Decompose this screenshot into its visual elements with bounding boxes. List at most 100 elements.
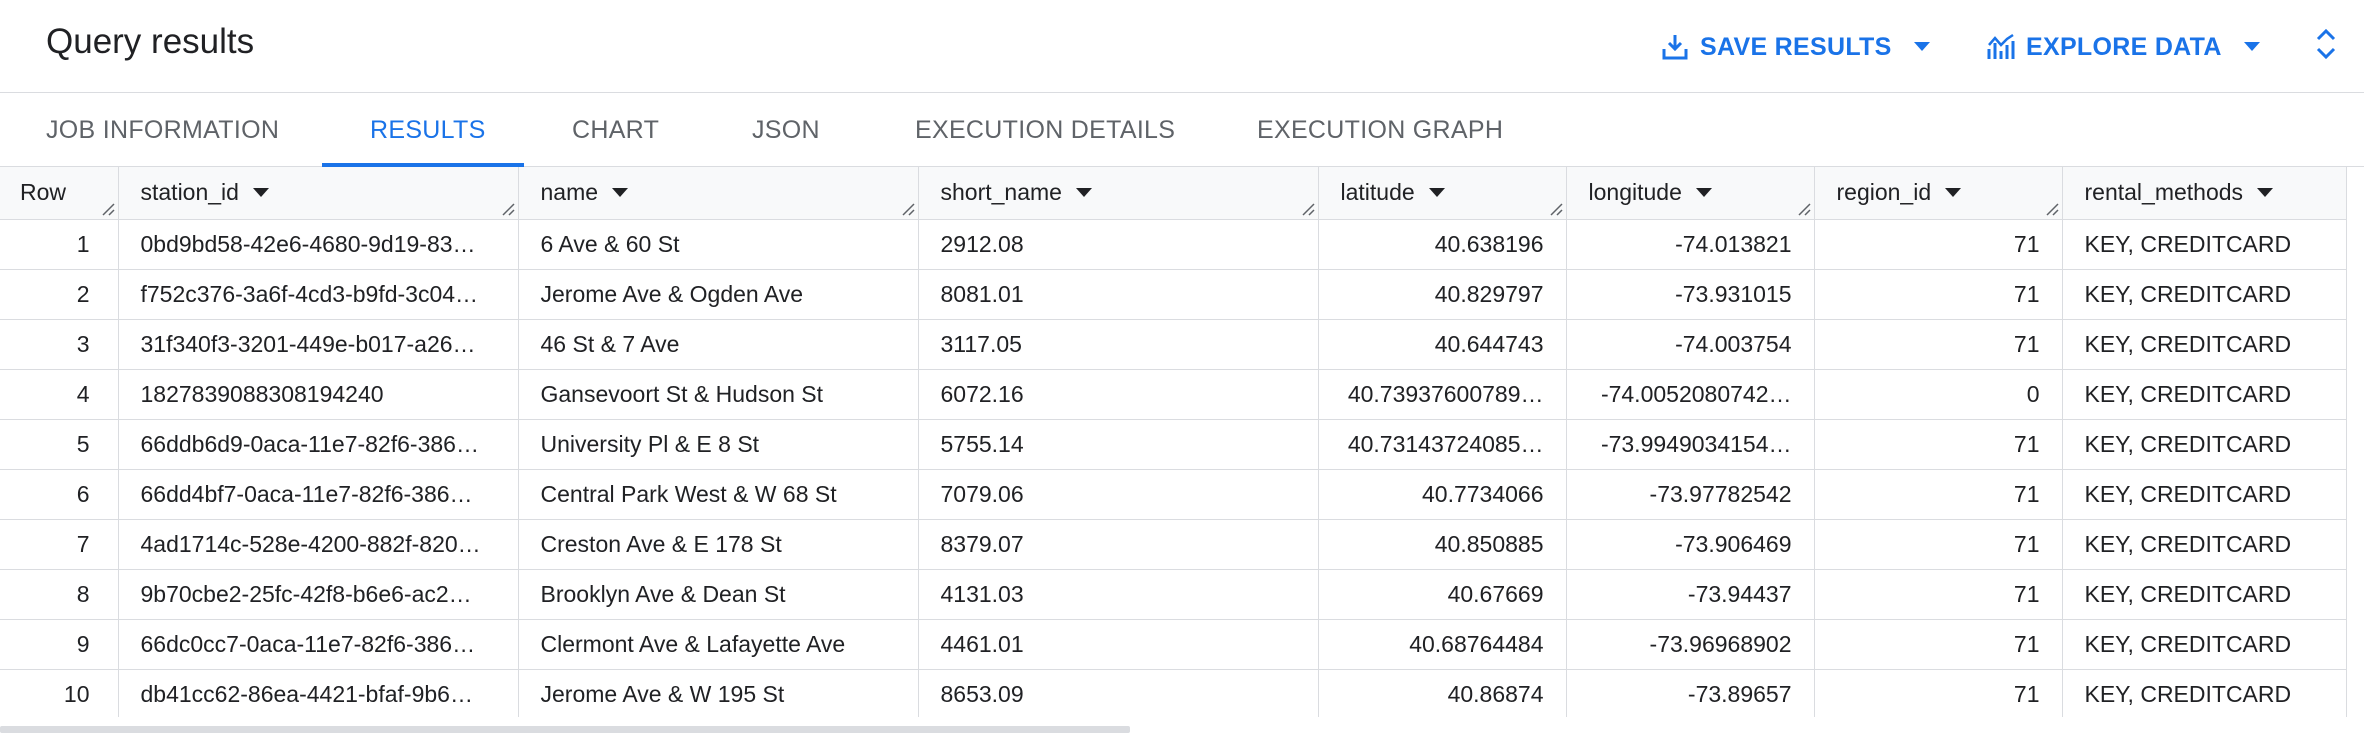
- tab-chart[interactable]: CHART: [572, 93, 659, 167]
- cell-rental-methods[interactable]: KEY, CREDITCARD: [2062, 469, 2347, 520]
- cell-rental-methods[interactable]: KEY, CREDITCARD: [2062, 669, 2347, 717]
- cell-short-name[interactable]: 2912.08: [918, 219, 1319, 270]
- cell-row-number[interactable]: 5: [0, 419, 119, 470]
- cell-longitude[interactable]: -73.9949034154…: [1566, 419, 1815, 470]
- cell-rental-methods[interactable]: KEY, CREDITCARD: [2062, 269, 2347, 320]
- cell-longitude[interactable]: -73.94437: [1566, 569, 1815, 620]
- cell-longitude[interactable]: -74.0052080742…: [1566, 369, 1815, 420]
- tab-execution-details[interactable]: EXECUTION DETAILS: [915, 93, 1175, 167]
- cell-row-number[interactable]: 9: [0, 619, 119, 670]
- sort-caret-icon[interactable]: [1695, 188, 1712, 198]
- cell-rental-methods[interactable]: KEY, CREDITCARD: [2062, 519, 2347, 570]
- cell-region-id[interactable]: 0: [1814, 369, 2063, 420]
- cell-row-number[interactable]: 7: [0, 519, 119, 570]
- cell-name[interactable]: Central Park West & W 68 St: [518, 469, 919, 520]
- column-header-latitude[interactable]: latitude: [1318, 167, 1567, 220]
- cell-latitude[interactable]: 40.829797: [1318, 269, 1567, 320]
- sort-caret-icon[interactable]: [1428, 188, 1445, 198]
- cell-row-number[interactable]: 2: [0, 269, 119, 320]
- cell-name[interactable]: 6 Ave & 60 St: [518, 219, 919, 270]
- cell-latitude[interactable]: 40.68764484: [1318, 619, 1567, 670]
- cell-latitude[interactable]: 40.67669: [1318, 569, 1567, 620]
- cell-name[interactable]: Jerome Ave & Ogden Ave: [518, 269, 919, 320]
- sort-caret-icon[interactable]: [612, 188, 629, 198]
- resize-handle-icon[interactable]: [2045, 202, 2059, 216]
- column-header-rental-methods[interactable]: rental_methods: [2062, 167, 2347, 220]
- cell-row-number[interactable]: 3: [0, 319, 119, 370]
- cell-latitude[interactable]: 40.73143724085…: [1318, 419, 1567, 470]
- cell-rental-methods[interactable]: KEY, CREDITCARD: [2062, 319, 2347, 370]
- cell-latitude[interactable]: 40.73937600789…: [1318, 369, 1567, 420]
- sort-caret-icon[interactable]: [252, 188, 269, 198]
- cell-station-id[interactable]: 66ddb6d9-0aca-11e7-82f6-386…: [118, 419, 519, 470]
- resize-handle-icon[interactable]: [1549, 202, 1563, 216]
- cell-rental-methods[interactable]: KEY, CREDITCARD: [2062, 619, 2347, 670]
- horizontal-scrollbar-thumb[interactable]: [0, 726, 1130, 733]
- cell-row-number[interactable]: 6: [0, 469, 119, 520]
- cell-station-id[interactable]: 1827839088308194240: [118, 369, 519, 420]
- cell-region-id[interactable]: 71: [1814, 269, 2063, 320]
- cell-station-id[interactable]: 0bd9bd58-42e6-4680-9d19-83…: [118, 219, 519, 270]
- cell-station-id[interactable]: db41cc62-86ea-4421-bfaf-9b6…: [118, 669, 519, 717]
- cell-station-id[interactable]: 31f340f3-3201-449e-b017-a26…: [118, 319, 519, 370]
- cell-region-id[interactable]: 71: [1814, 519, 2063, 570]
- cell-latitude[interactable]: 40.86874: [1318, 669, 1567, 717]
- explore-data-button[interactable]: EXPLORE DATA: [1986, 26, 2260, 68]
- save-results-button[interactable]: SAVE RESULTS: [1662, 26, 1930, 68]
- cell-region-id[interactable]: 71: [1814, 669, 2063, 717]
- cell-row-number[interactable]: 10: [0, 669, 119, 717]
- cell-longitude[interactable]: -74.003754: [1566, 319, 1815, 370]
- cell-region-id[interactable]: 71: [1814, 319, 2063, 370]
- resize-handle-icon[interactable]: [101, 202, 115, 216]
- cell-station-id[interactable]: 4ad1714c-528e-4200-882f-820…: [118, 519, 519, 570]
- cell-longitude[interactable]: -73.97782542: [1566, 469, 1815, 520]
- unfold-button[interactable]: [2306, 24, 2346, 68]
- column-header-station-id[interactable]: station_id: [118, 167, 519, 220]
- sort-caret-icon[interactable]: [1075, 188, 1092, 198]
- sort-caret-icon[interactable]: [1945, 188, 1962, 198]
- cell-station-id[interactable]: 66dd4bf7-0aca-11e7-82f6-386…: [118, 469, 519, 520]
- cell-short-name[interactable]: 8379.07: [918, 519, 1319, 570]
- cell-longitude[interactable]: -73.96968902: [1566, 619, 1815, 670]
- cell-short-name[interactable]: 4461.01: [918, 619, 1319, 670]
- cell-rental-methods[interactable]: KEY, CREDITCARD: [2062, 569, 2347, 620]
- column-header-name[interactable]: name: [518, 167, 919, 220]
- cell-short-name[interactable]: 8653.09: [918, 669, 1319, 717]
- tab-job-information[interactable]: JOB INFORMATION: [46, 93, 279, 167]
- cell-rental-methods[interactable]: KEY, CREDITCARD: [2062, 419, 2347, 470]
- cell-latitude[interactable]: 40.638196: [1318, 219, 1567, 270]
- column-header-longitude[interactable]: longitude: [1566, 167, 1815, 220]
- cell-row-number[interactable]: 4: [0, 369, 119, 420]
- cell-short-name[interactable]: 8081.01: [918, 269, 1319, 320]
- cell-short-name[interactable]: 5755.14: [918, 419, 1319, 470]
- cell-row-number[interactable]: 8: [0, 569, 119, 620]
- resize-handle-icon[interactable]: [1301, 202, 1315, 216]
- cell-row-number[interactable]: 1: [0, 219, 119, 270]
- cell-short-name[interactable]: 6072.16: [918, 369, 1319, 420]
- cell-longitude[interactable]: -73.89657: [1566, 669, 1815, 717]
- cell-name[interactable]: Brooklyn Ave & Dean St: [518, 569, 919, 620]
- cell-station-id[interactable]: 66dc0cc7-0aca-11e7-82f6-386…: [118, 619, 519, 670]
- cell-rental-methods[interactable]: KEY, CREDITCARD: [2062, 219, 2347, 270]
- cell-name[interactable]: University Pl & E 8 St: [518, 419, 919, 470]
- cell-longitude[interactable]: -73.906469: [1566, 519, 1815, 570]
- tab-results[interactable]: RESULTS: [370, 93, 486, 167]
- cell-longitude[interactable]: -73.931015: [1566, 269, 1815, 320]
- resize-handle-icon[interactable]: [901, 202, 915, 216]
- cell-region-id[interactable]: 71: [1814, 469, 2063, 520]
- cell-station-id[interactable]: f752c376-3a6f-4cd3-b9fd-3c04…: [118, 269, 519, 320]
- cell-station-id[interactable]: 9b70cbe2-25fc-42f8-b6e6-ac2…: [118, 569, 519, 620]
- cell-short-name[interactable]: 3117.05: [918, 319, 1319, 370]
- cell-longitude[interactable]: -74.013821: [1566, 219, 1815, 270]
- resize-handle-icon[interactable]: [501, 202, 515, 216]
- cell-name[interactable]: Creston Ave & E 178 St: [518, 519, 919, 570]
- cell-latitude[interactable]: 40.850885: [1318, 519, 1567, 570]
- cell-latitude[interactable]: 40.644743: [1318, 319, 1567, 370]
- cell-name[interactable]: Jerome Ave & W 195 St: [518, 669, 919, 717]
- cell-short-name[interactable]: 7079.06: [918, 469, 1319, 520]
- cell-latitude[interactable]: 40.7734066: [1318, 469, 1567, 520]
- sort-caret-icon[interactable]: [2257, 188, 2274, 198]
- cell-name[interactable]: 46 St & 7 Ave: [518, 319, 919, 370]
- cell-region-id[interactable]: 71: [1814, 569, 2063, 620]
- tab-execution-graph[interactable]: EXECUTION GRAPH: [1257, 93, 1503, 167]
